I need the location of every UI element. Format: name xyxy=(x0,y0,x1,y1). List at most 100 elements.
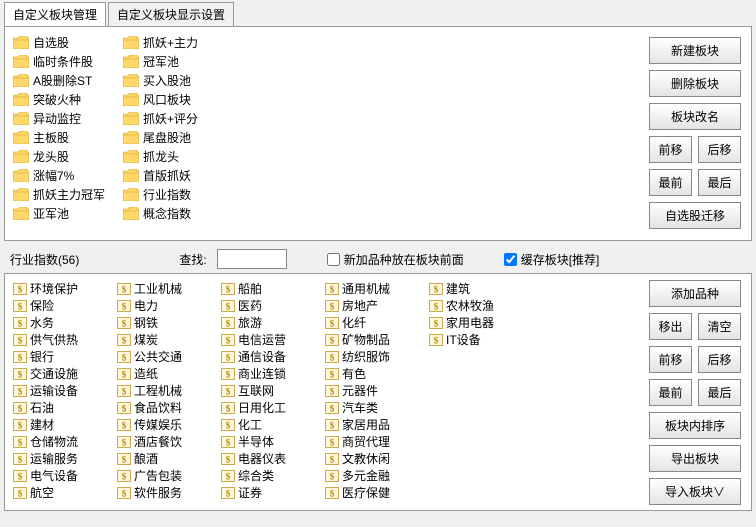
stock-item[interactable]: $半导体 xyxy=(219,433,323,450)
new-group-button[interactable]: 新建板块 xyxy=(649,37,741,64)
stock-item[interactable]: $农林牧渔 xyxy=(427,297,531,314)
stock-item[interactable]: $化工 xyxy=(219,416,323,433)
folder-item[interactable]: A股删除ST xyxy=(11,71,121,90)
folder-item[interactable]: 临时条件股 xyxy=(11,52,121,71)
stock-item[interactable]: $证券 xyxy=(219,484,323,501)
folder-item[interactable]: 龙头股 xyxy=(11,147,121,166)
stock-item[interactable]: $家居用品 xyxy=(323,416,427,433)
stock-item[interactable]: $电力 xyxy=(115,297,219,314)
folder-item[interactable]: 异动监控 xyxy=(11,109,121,128)
folder-item[interactable]: 抓妖主力冠军 xyxy=(11,185,121,204)
stock-item[interactable]: $交通设施 xyxy=(11,365,115,382)
stock-item[interactable]: $供气供热 xyxy=(11,331,115,348)
migrate-button[interactable]: 自选股迁移 xyxy=(649,202,741,229)
tab-manage[interactable]: 自定义板块管理 xyxy=(4,2,106,26)
add-stock-button[interactable]: 添加品种 xyxy=(649,280,741,307)
stock-item[interactable]: $水务 xyxy=(11,314,115,331)
stock-item[interactable]: $医疗保健 xyxy=(323,484,427,501)
stock-item[interactable]: $煤炭 xyxy=(115,331,219,348)
export-group-button[interactable]: 导出板块 xyxy=(649,445,741,472)
stock-item[interactable]: $建材 xyxy=(11,416,115,433)
stock-item[interactable]: $汽车类 xyxy=(323,399,427,416)
stock-item[interactable]: $通用机械 xyxy=(323,280,427,297)
move-up-button[interactable]: 前移 xyxy=(649,136,692,163)
stock-item[interactable]: $酒店餐饮 xyxy=(115,433,219,450)
folder-item[interactable]: 风口板块 xyxy=(121,90,231,109)
stock-move-down-button[interactable]: 后移 xyxy=(698,346,741,373)
delete-group-button[interactable]: 删除板块 xyxy=(649,70,741,97)
stock-item[interactable]: $船舶 xyxy=(219,280,323,297)
stock-item[interactable]: $矿物制品 xyxy=(323,331,427,348)
folder-item[interactable]: 突破火种 xyxy=(11,90,121,109)
stock-item[interactable]: $纺织服饰 xyxy=(323,348,427,365)
stock-item[interactable]: $传媒娱乐 xyxy=(115,416,219,433)
folder-item[interactable]: 自选股 xyxy=(11,33,121,52)
stock-item[interactable]: $房地产 xyxy=(323,297,427,314)
stock-move-up-button[interactable]: 前移 xyxy=(649,346,692,373)
import-group-button[interactable]: 导入板块∨ xyxy=(649,478,741,505)
checkbox-add-front-input[interactable] xyxy=(327,253,340,266)
stock-item[interactable]: $酿酒 xyxy=(115,450,219,467)
stock-item[interactable]: $文教休闲 xyxy=(323,450,427,467)
folder-item[interactable]: 冠军池 xyxy=(121,52,231,71)
stock-item[interactable]: $多元金融 xyxy=(323,467,427,484)
stock-item[interactable]: $航空 xyxy=(11,484,115,501)
stock-item[interactable]: $公共交通 xyxy=(115,348,219,365)
stock-item[interactable]: $通信设备 xyxy=(219,348,323,365)
folder-item[interactable]: 买入股池 xyxy=(121,71,231,90)
stock-item[interactable]: $日用化工 xyxy=(219,399,323,416)
clear-stock-button[interactable]: 清空 xyxy=(698,313,741,340)
stock-item[interactable]: $电器仪表 xyxy=(219,450,323,467)
stock-item[interactable]: $电气设备 xyxy=(11,467,115,484)
folder-item[interactable]: 首版抓妖 xyxy=(121,166,231,185)
stock-item[interactable]: $商业连锁 xyxy=(219,365,323,382)
stock-item[interactable]: $钢铁 xyxy=(115,314,219,331)
stock-item[interactable]: $广告包装 xyxy=(115,467,219,484)
folder-item[interactable]: 行业指数 xyxy=(121,185,231,204)
folder-item[interactable]: 抓妖+评分 xyxy=(121,109,231,128)
stock-item[interactable]: $元器件 xyxy=(323,382,427,399)
stock-item[interactable]: $保险 xyxy=(11,297,115,314)
folder-item[interactable]: 概念指数 xyxy=(121,204,231,223)
move-first-button[interactable]: 最前 xyxy=(649,169,692,196)
stock-item[interactable]: $银行 xyxy=(11,348,115,365)
find-input[interactable] xyxy=(217,249,287,269)
stock-item[interactable]: $化纤 xyxy=(323,314,427,331)
stock-item[interactable]: $工业机械 xyxy=(115,280,219,297)
stock-item[interactable]: $互联网 xyxy=(219,382,323,399)
checkbox-cache[interactable]: 缓存板块[推荐] xyxy=(504,251,600,268)
stock-move-last-button[interactable]: 最后 xyxy=(698,379,741,406)
tab-display-settings[interactable]: 自定义板块显示设置 xyxy=(108,2,234,26)
stock-item[interactable]: $石油 xyxy=(11,399,115,416)
folder-item[interactable]: 抓龙头 xyxy=(121,147,231,166)
stock-item[interactable]: $电信运营 xyxy=(219,331,323,348)
stock-item[interactable]: $仓储物流 xyxy=(11,433,115,450)
checkbox-cache-input[interactable] xyxy=(504,253,517,266)
stock-item[interactable]: $旅游 xyxy=(219,314,323,331)
stock-item[interactable]: $环境保护 xyxy=(11,280,115,297)
stock-item[interactable]: $食品饮料 xyxy=(115,399,219,416)
stock-item[interactable]: $IT设备 xyxy=(427,331,531,348)
folder-item[interactable]: 主板股 xyxy=(11,128,121,147)
stock-item[interactable]: $家用电器 xyxy=(427,314,531,331)
stock-item[interactable]: $医药 xyxy=(219,297,323,314)
move-down-button[interactable]: 后移 xyxy=(698,136,741,163)
stock-item[interactable]: $软件服务 xyxy=(115,484,219,501)
stock-item[interactable]: $商贸代理 xyxy=(323,433,427,450)
stock-move-first-button[interactable]: 最前 xyxy=(649,379,692,406)
folder-item[interactable]: 亚军池 xyxy=(11,204,121,223)
stock-item[interactable]: $运输服务 xyxy=(11,450,115,467)
rename-group-button[interactable]: 板块改名 xyxy=(649,103,741,130)
stock-item[interactable]: $建筑 xyxy=(427,280,531,297)
stock-item[interactable]: $运输设备 xyxy=(11,382,115,399)
stock-item[interactable]: $综合类 xyxy=(219,467,323,484)
move-last-button[interactable]: 最后 xyxy=(698,169,741,196)
stock-item[interactable]: $工程机械 xyxy=(115,382,219,399)
folder-item[interactable]: 尾盘股池 xyxy=(121,128,231,147)
stock-item[interactable]: $造纸 xyxy=(115,365,219,382)
remove-stock-button[interactable]: 移出 xyxy=(649,313,692,340)
sort-in-group-button[interactable]: 板块内排序 xyxy=(649,412,741,439)
folder-item[interactable]: 涨幅7% xyxy=(11,166,121,185)
checkbox-add-front[interactable]: 新加品种放在板块前面 xyxy=(327,251,464,268)
folder-item[interactable]: 抓妖+主力 xyxy=(121,33,231,52)
